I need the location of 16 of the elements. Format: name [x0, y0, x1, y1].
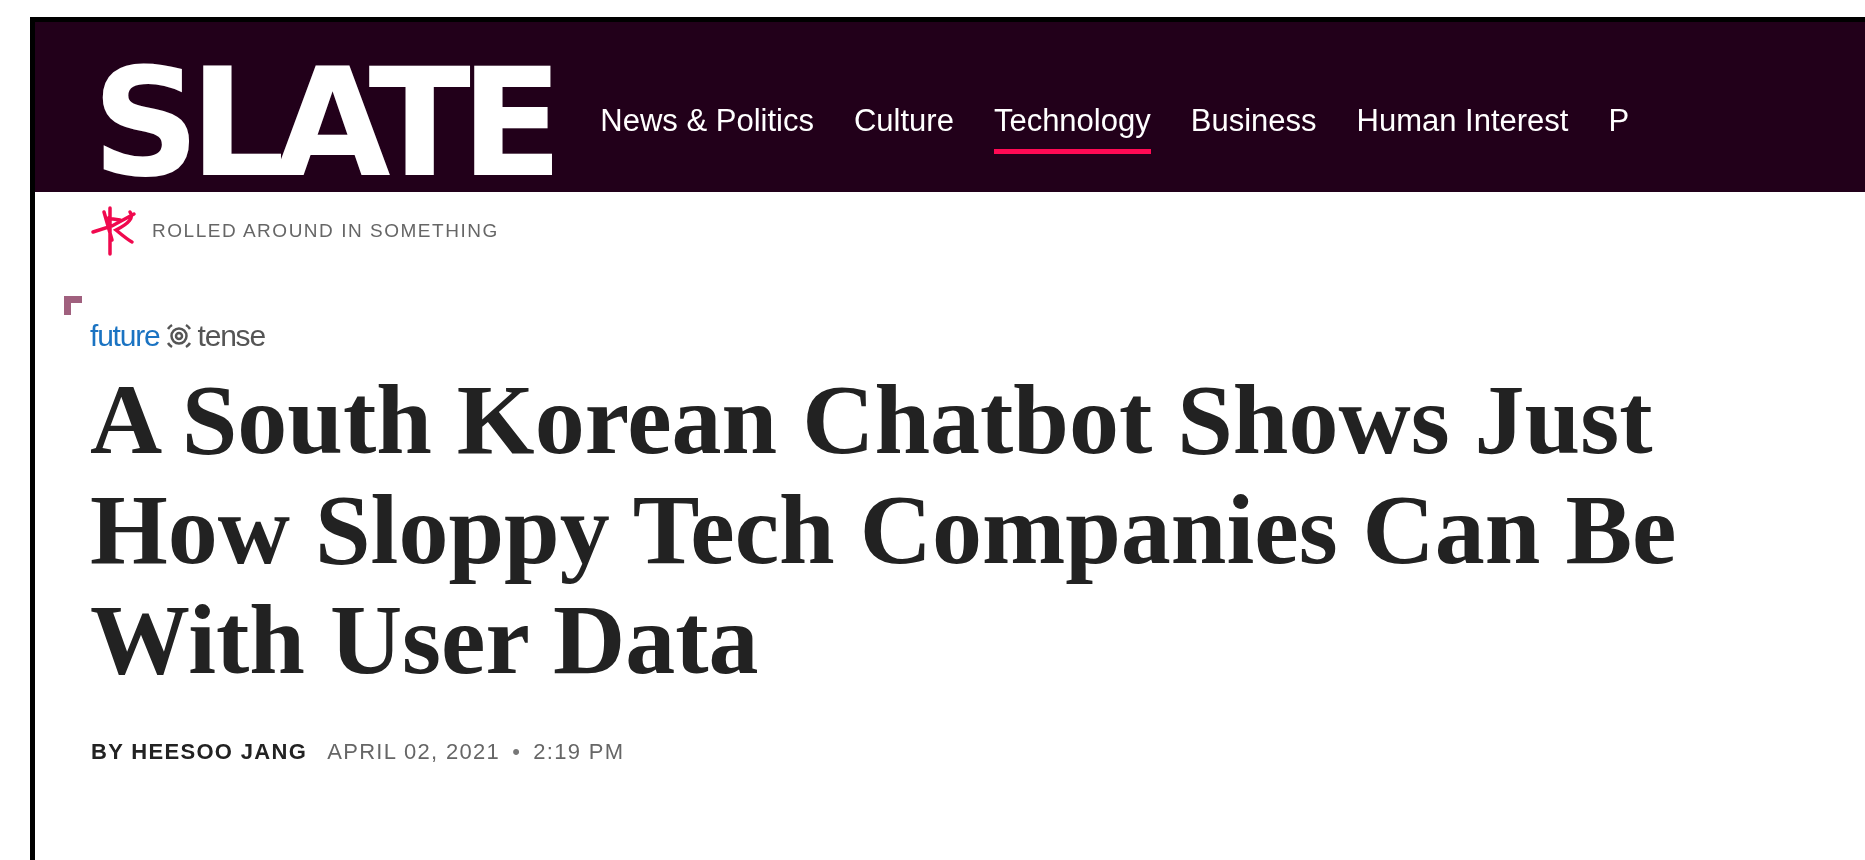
publish-date: APRIL 02, 2021	[327, 738, 501, 766]
publish-time: 2:19 PM	[533, 738, 625, 766]
scribble-icon	[90, 206, 138, 256]
nav-link[interactable]: Culture	[853, 98, 954, 154]
section-logo[interactable]: future tense	[35, 321, 1865, 351]
nav-link[interactable]: Business	[1190, 98, 1317, 154]
corner-mark-icon	[64, 296, 82, 315]
column-label[interactable]: ROLLED AROUND IN SOMETHING	[152, 216, 499, 246]
byline-author[interactable]: BY HEESOO JANG	[91, 735, 308, 768]
nav-link[interactable]: News & Politics	[600, 98, 814, 154]
separator-dot: •	[512, 738, 522, 766]
article-headline: A South Korean Chatbot Shows Just How Sloppy Tech Companies Can Be With User Data	[90, 365, 1678, 695]
nav-link[interactable]: Technology	[993, 98, 1151, 154]
nav-link[interactable]: P	[1608, 98, 1630, 154]
site-logo[interactable]: SLATE	[92, 48, 553, 192]
nav-link[interactable]: Human Interest	[1356, 98, 1569, 154]
